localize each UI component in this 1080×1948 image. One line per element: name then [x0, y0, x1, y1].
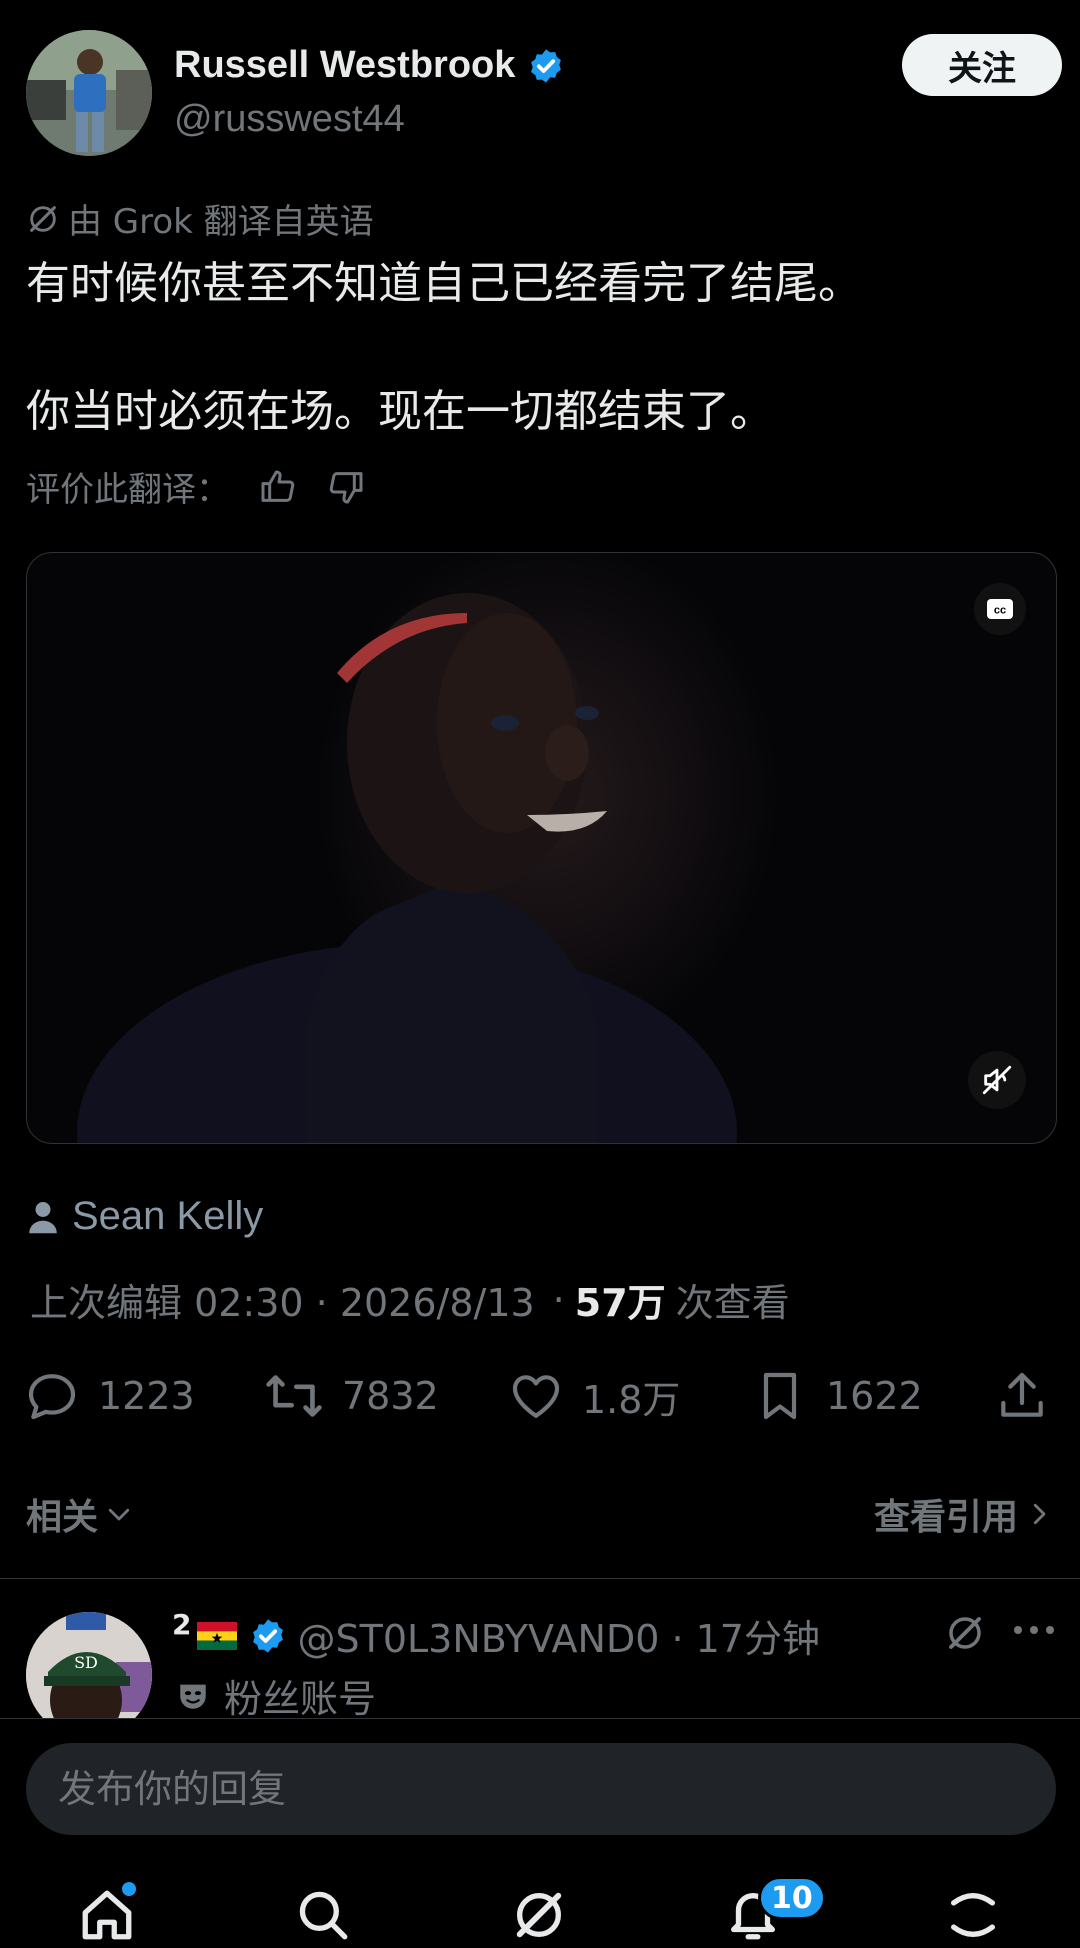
- view-quotes-label: 查看引用: [873, 1497, 1018, 1538]
- bookmark-button[interactable]: 1622: [752, 1368, 923, 1424]
- more-options-icon[interactable]: [1012, 1618, 1056, 1642]
- share-button[interactable]: [994, 1368, 1068, 1424]
- related-label: 相关: [26, 1497, 99, 1538]
- verified-badge-icon: [253, 1618, 284, 1653]
- edited-timestamp[interactable]: 上次编辑 02:30 · 2026/8/13: [30, 1272, 535, 1327]
- translated-by-notice: 由 Grok 翻译自英语: [26, 194, 374, 243]
- cc-icon: cc: [987, 599, 1013, 619]
- repost-icon: [266, 1375, 322, 1417]
- reply-count: 1223: [98, 1374, 195, 1418]
- follow-button[interactable]: 关注: [902, 34, 1062, 96]
- reply-icon: [28, 1374, 76, 1420]
- views-count: 57万: [574, 1281, 666, 1325]
- messages-icon[interactable]: [944, 1886, 1002, 1944]
- bookmark-count: 1622: [826, 1374, 923, 1418]
- related-dropdown[interactable]: 相关: [26, 1488, 134, 1540]
- tweet-text: 有时候你甚至不知道自己已经看完了结尾。 你当时必须在场。现在一切都结束了。: [26, 252, 1056, 444]
- reply-account-type: 粉丝账号: [176, 1668, 376, 1718]
- video-player[interactable]: cc: [26, 552, 1057, 1144]
- reply-handle-time[interactable]: @ST0L3NBYVAND0 · 17分钟: [297, 1608, 820, 1663]
- author-avatar[interactable]: [26, 30, 152, 156]
- chevron-down-icon: [108, 1508, 130, 1521]
- compose-bar: [0, 1718, 1080, 1835]
- grok-icon[interactable]: [944, 1612, 986, 1654]
- notifications-badge: 10: [758, 1876, 826, 1920]
- author-name[interactable]: Russell Westbrook: [174, 44, 515, 87]
- reply-input[interactable]: [26, 1743, 1056, 1835]
- verified-badge-icon: [531, 48, 562, 83]
- reply-account-label: 粉丝账号: [224, 1677, 377, 1718]
- reply-button[interactable]: 1223: [24, 1368, 195, 1424]
- svg-text:cc: cc: [994, 605, 1006, 617]
- like-button[interactable]: 1.8万: [508, 1368, 680, 1424]
- tweet-meta: 上次编辑 02:30 · 2026/8/13 · 57万 次查看: [30, 1272, 790, 1327]
- thumbs-up-icon[interactable]: [258, 467, 298, 507]
- ghana-flag-icon: [197, 1621, 238, 1650]
- media-credit-name: Sean Kelly: [72, 1194, 264, 1238]
- home-unread-dot: [122, 1882, 136, 1896]
- grok-icon: [30, 205, 56, 232]
- person-icon: [29, 1201, 57, 1233]
- meta-separator: ·: [552, 1277, 565, 1322]
- video-frame: [77, 593, 737, 1143]
- mask-icon: [180, 1684, 206, 1709]
- repost-count: 7832: [342, 1374, 439, 1418]
- svg-text:SD: SD: [74, 1653, 98, 1672]
- author-handle[interactable]: @russwest44: [174, 98, 405, 141]
- captions-button[interactable]: cc: [974, 583, 1026, 635]
- search-icon[interactable]: [294, 1886, 352, 1944]
- bookmark-icon: [763, 1372, 797, 1420]
- tweet-header: Russell Westbrook @russwest44 关注: [26, 30, 1062, 160]
- translated-by-label: 由 Grok 翻译自英语: [68, 202, 374, 242]
- chevron-right-icon: [1033, 1503, 1046, 1525]
- tweet-text-line-1: 有时候你甚至不知道自己已经看完了结尾。: [26, 258, 862, 309]
- reply-superscript: 2: [172, 1608, 192, 1641]
- rate-translation-row: 评价此翻译：: [26, 462, 366, 511]
- media-credit[interactable]: Sean Kelly: [28, 1194, 263, 1239]
- bottom-nav: 10: [0, 1862, 1080, 1948]
- share-icon: [1001, 1372, 1043, 1417]
- author-name-row: Russell Westbrook: [174, 44, 565, 87]
- views-label: 次查看: [675, 1281, 790, 1325]
- speaker-muted-icon: [982, 1065, 1012, 1095]
- mute-button[interactable]: [968, 1051, 1026, 1109]
- action-bar: 1223 7832 1.8万 1622: [24, 1368, 1054, 1428]
- reply-header: 2 @ST0L3NBYVAND0 · 17分钟: [172, 1608, 820, 1663]
- like-count: 1.8万: [582, 1377, 681, 1422]
- reply-item[interactable]: SD 2 @ST0L3NBYVAND0 · 17分钟 粉丝账号: [0, 1578, 1080, 1718]
- reply-avatar[interactable]: SD: [26, 1612, 152, 1718]
- rate-translation-label: 评价此翻译：: [26, 470, 230, 510]
- grok-nav-icon[interactable]: [510, 1886, 568, 1944]
- repost-button[interactable]: 7832: [264, 1368, 439, 1424]
- tweet-text-line-2: 你当时必须在场。现在一切都结束了。: [26, 386, 774, 437]
- view-quotes-link[interactable]: 查看引用: [874, 1488, 1054, 1540]
- thumbs-down-icon[interactable]: [326, 467, 366, 507]
- heart-icon: [512, 1375, 560, 1418]
